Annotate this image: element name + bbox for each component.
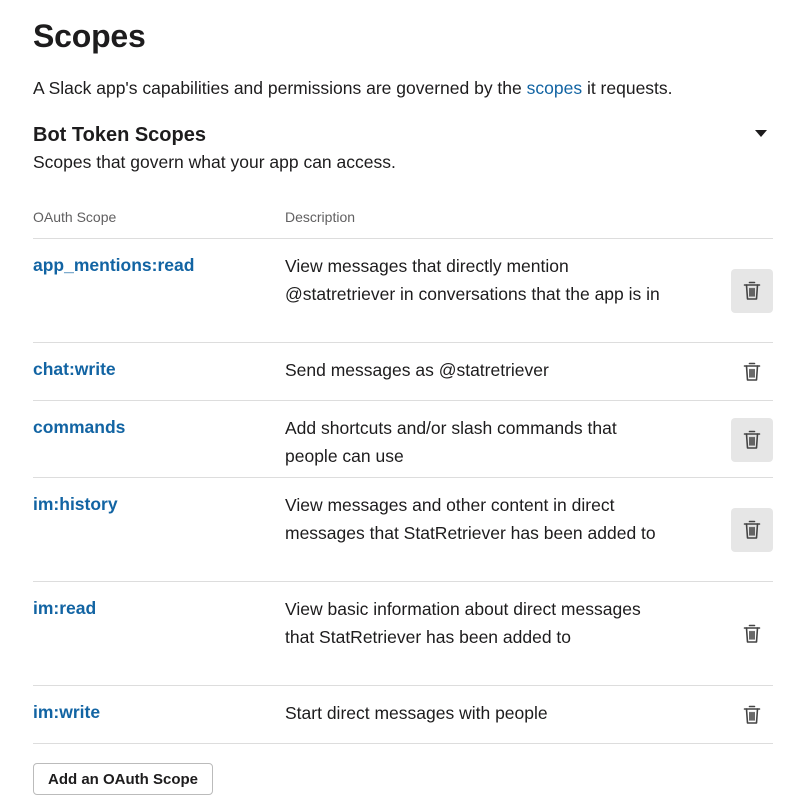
delete-scope-button[interactable]	[731, 269, 773, 313]
scope-name[interactable]: chat:write	[33, 359, 116, 380]
intro-text: A Slack app's capabilities and permissio…	[33, 78, 673, 99]
table-row: commands Add shortcuts and/or slash comma…	[33, 401, 773, 478]
scopes-link[interactable]: scopes	[527, 78, 582, 98]
scope-description: View messages and other content in direc…	[285, 495, 656, 543]
scope-description: Start direct messages with people	[285, 703, 548, 723]
scope-name[interactable]: im:history	[33, 494, 118, 515]
scope-description: View messages that directly mention @sta…	[285, 256, 660, 304]
delete-scope-button[interactable]	[731, 612, 773, 656]
page-title: Scopes	[33, 18, 146, 54]
add-oauth-scope-button[interactable]: Add an OAuth Scope	[33, 763, 213, 795]
header-oauth-scope: OAuth Scope	[33, 209, 117, 225]
table-row: im:write Start direct messages with peopl…	[33, 686, 773, 744]
trash-icon	[742, 280, 762, 302]
delete-scope-button[interactable]	[731, 508, 773, 552]
caret-down-icon[interactable]	[755, 130, 767, 137]
header-description: Description	[285, 209, 356, 225]
trash-icon	[742, 704, 762, 726]
section-title: Bot Token Scopes	[33, 124, 206, 146]
trash-icon	[742, 623, 762, 645]
scopes-table: OAuth Scope Description app_mentions:rea…	[33, 200, 773, 744]
trash-icon	[742, 361, 762, 383]
intro-after: it requests.	[582, 78, 673, 98]
table-row: app_mentions:read View messages that dire…	[33, 239, 773, 343]
delete-scope-button[interactable]	[731, 418, 773, 462]
trash-icon	[742, 429, 762, 451]
scope-name[interactable]: app_mentions:read	[33, 255, 194, 276]
table-row: im:history View messages and other conten…	[33, 478, 773, 582]
scope-description: Add shortcuts and/or slash commands that…	[285, 418, 617, 466]
scope-description: Send messages as @statretriever	[285, 360, 549, 380]
intro-before: A Slack app's capabilities and permissio…	[33, 78, 527, 98]
delete-scope-button[interactable]	[731, 693, 773, 737]
scope-description: View basic information about direct mess…	[285, 599, 641, 647]
trash-icon	[742, 519, 762, 541]
table-body: app_mentions:read View messages that dire…	[33, 239, 773, 744]
scope-name[interactable]: commands	[33, 417, 125, 438]
table-row: chat:write Send messages as @statretrieve…	[33, 343, 773, 401]
table-header: OAuth Scope Description	[33, 200, 773, 239]
section-subtitle: Scopes that govern what your app can acc…	[33, 152, 396, 172]
scopes-page: Scopes A Slack app's capabilities and pe…	[0, 0, 800, 810]
scope-name[interactable]: im:write	[33, 702, 100, 723]
scope-name[interactable]: im:read	[33, 598, 96, 619]
table-row: im:read View basic information about dire…	[33, 582, 773, 686]
delete-scope-button[interactable]	[731, 350, 773, 394]
